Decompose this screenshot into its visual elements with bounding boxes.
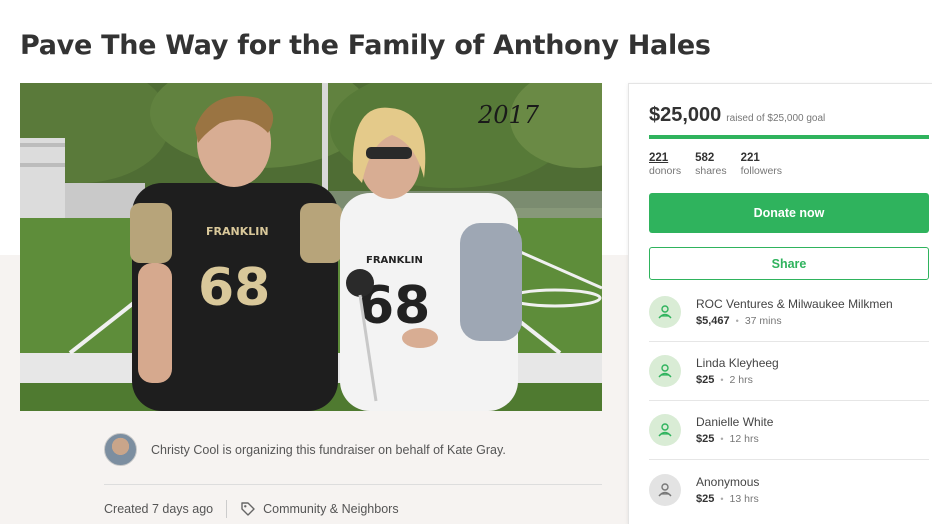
- donor-icon: [649, 414, 681, 446]
- donation-item: Anonymous $25 • 13 hrs: [649, 460, 929, 519]
- donation-time: 37 mins: [744, 315, 782, 327]
- separator-dot: •: [720, 375, 724, 385]
- category-link[interactable]: Community & Neighbors: [263, 502, 398, 516]
- donation-item: ROC Ventures & Milwaukee Milkmen $5,467 …: [649, 283, 929, 342]
- donation-time: 12 hrs: [729, 433, 759, 445]
- stat-number[interactable]: 221: [649, 152, 681, 164]
- divider: [226, 500, 228, 518]
- progress-bar: [649, 135, 929, 139]
- campaign-meta: Created 7 days ago Community & Neighbors: [104, 500, 399, 518]
- stat-label: donors: [649, 165, 682, 177]
- stat-followers: 221 followers: [741, 152, 782, 177]
- stat-label: followers: [740, 165, 783, 177]
- donation-item: Danielle White $25 • 12 hrs: [649, 401, 929, 460]
- donor-name: Danielle White: [696, 415, 774, 429]
- donation-amount: $25: [696, 492, 715, 505]
- jersey-team-text-2: FRANKLIN: [366, 255, 423, 266]
- donor-icon: [649, 296, 681, 328]
- donor-name: ROC Ventures & Milwaukee Milkmen: [696, 297, 893, 311]
- donation-amount: $5,467: [696, 315, 730, 327]
- raised-summary: $25,000 raised of $25,000 goal: [649, 104, 825, 127]
- donation-amount: $25: [696, 433, 715, 445]
- stat-donors[interactable]: 221 donors: [649, 152, 681, 177]
- donation-list: ROC Ventures & Milwaukee Milkmen $5,467 …: [649, 283, 929, 519]
- divider: [104, 484, 602, 485]
- donation-time: 13 hrs: [729, 492, 759, 505]
- stat-label: shares: [695, 165, 727, 177]
- donation-amount: $25: [696, 374, 715, 386]
- donation-panel: $25,000 raised of $25,000 goal 221 donor…: [628, 83, 932, 524]
- separator-dot: •: [720, 434, 724, 444]
- campaign-title: Pave The Way for the Family of Anthony H…: [20, 30, 711, 61]
- share-button[interactable]: Share: [649, 247, 929, 280]
- jersey-team-text: FRANKLIN: [206, 225, 269, 238]
- organizer-row: Christy Cool is organizing this fundrais…: [104, 432, 602, 467]
- donor-icon: [649, 355, 681, 387]
- stat-number: 221: [740, 152, 760, 164]
- raised-amount: $25,000: [649, 104, 722, 126]
- stat-number: 582: [695, 152, 715, 164]
- organizer-avatar[interactable]: [104, 433, 137, 466]
- donate-button[interactable]: Donate now: [649, 193, 929, 233]
- donation-item: Linda Kleyheeg $25 • 2 hrs: [649, 342, 929, 401]
- donor-name: Anonymous: [696, 474, 760, 489]
- donor-name: Linda Kleyheeg: [696, 356, 779, 370]
- created-date: Created 7 days ago: [104, 502, 214, 516]
- photo-caption: 2017: [477, 101, 540, 129]
- organizer-text: Christy Cool is organizing this fundrais…: [151, 442, 506, 457]
- raised-goal: raised of $25,000 goal: [726, 113, 826, 124]
- jersey-number-text: 68: [198, 258, 270, 318]
- separator-dot: •: [735, 316, 739, 326]
- stat-shares: 582 shares: [695, 152, 727, 177]
- tag-icon: [241, 502, 255, 516]
- anonymous-donor-icon: [649, 473, 681, 506]
- campaign-stats: 221 donors 582 shares 221 followers: [649, 152, 796, 177]
- donation-time: 2 hrs: [729, 374, 753, 386]
- campaign-photo[interactable]: FRANKLIN 68 FRANKLIN 68 2017: [20, 83, 602, 411]
- separator-dot: •: [720, 493, 724, 504]
- progress-fill: [649, 135, 929, 139]
